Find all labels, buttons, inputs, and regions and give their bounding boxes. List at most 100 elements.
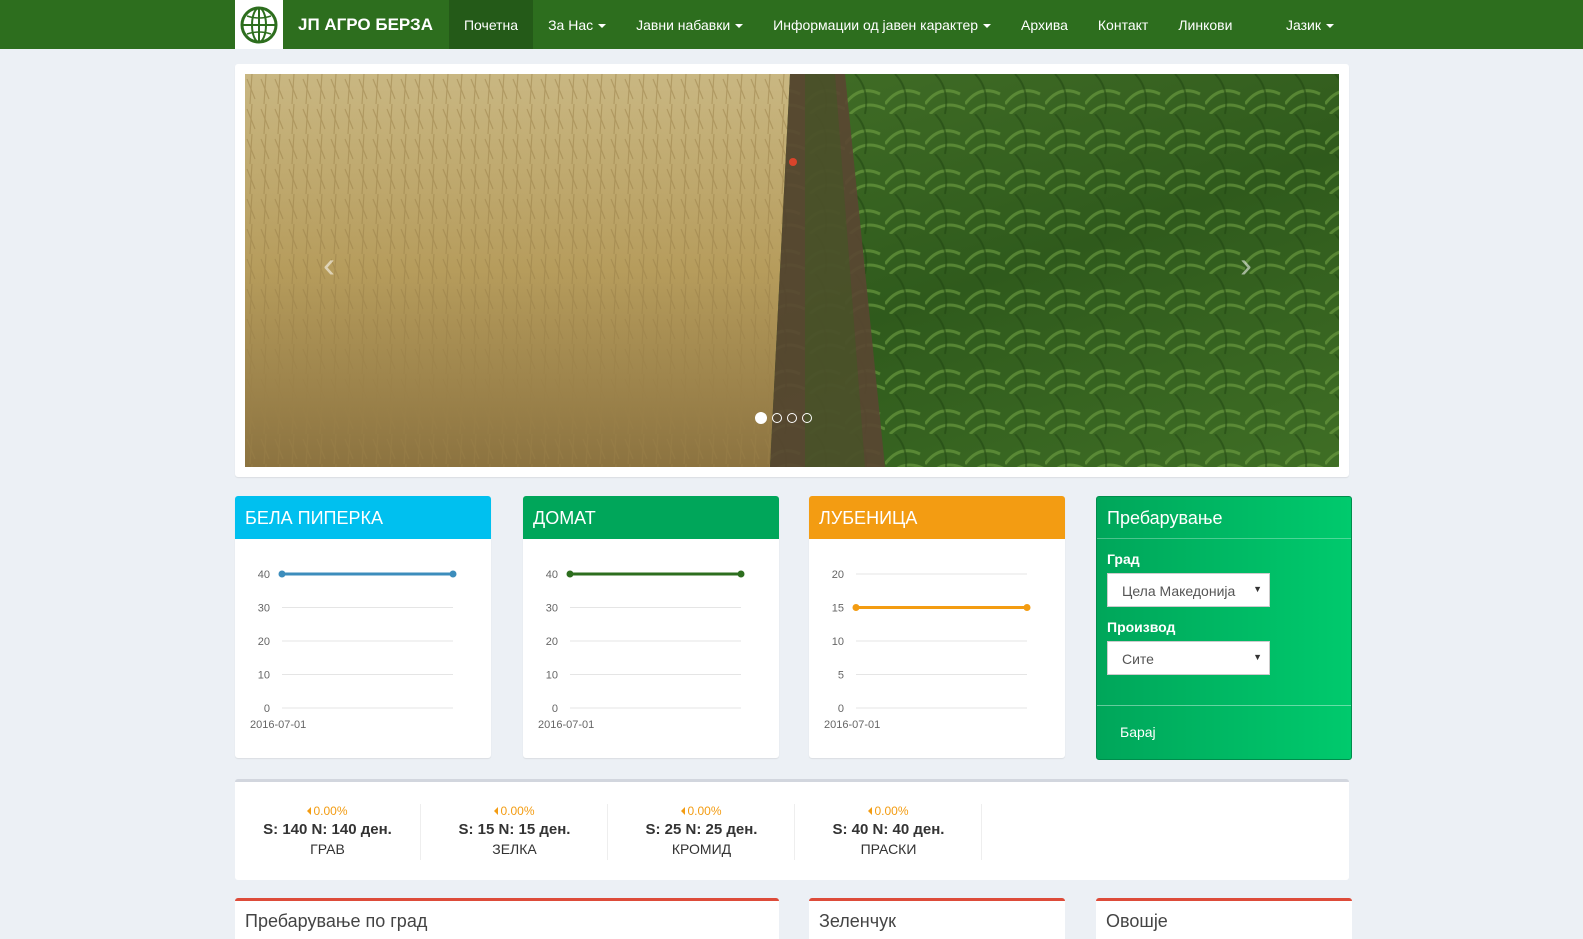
ticker-pct: 0.00% xyxy=(687,804,722,818)
box-title: Овошје xyxy=(1106,911,1168,931)
ticker-product: КРОМИД xyxy=(671,841,732,857)
y-tick-label: 0 xyxy=(838,703,844,715)
nav-item-home[interactable]: Почетна xyxy=(448,0,534,49)
x-tick-label: 2016-07-01 xyxy=(824,719,880,731)
vegetables-box: Зеленчук xyxy=(809,898,1065,939)
y-tick-label: 30 xyxy=(546,603,558,615)
line-chart: 0 10 20 30 40 2016-07-01 xyxy=(250,569,457,731)
y-tick-label: 0 xyxy=(552,703,558,715)
chart-title: ЛУБЕНИЦА xyxy=(809,496,1065,539)
brand-logo[interactable] xyxy=(235,0,283,49)
y-tick-label: 0 xyxy=(264,703,270,715)
top-navbar: ЈП АГРО БЕРЗА Почетна За Нас Јавни набав… xyxy=(0,0,1583,49)
carousel-indicator[interactable] xyxy=(755,412,767,424)
ticker-item: 0.00% S: 140 N: 140 ден. ГРАВ xyxy=(235,804,421,860)
nav-label: Архива xyxy=(1021,16,1068,33)
data-point[interactable] xyxy=(278,570,286,578)
caret-left-icon xyxy=(494,807,499,815)
brand-name[interactable]: ЈП АГРО БЕРЗА xyxy=(283,0,449,49)
carousel-indicator[interactable] xyxy=(772,413,782,423)
image-carousel: ‹ › xyxy=(235,64,1349,477)
search-panel-title: Пребарување xyxy=(1097,497,1351,539)
search-button[interactable]: Барај xyxy=(1120,724,1156,740)
ticker-value: S: 140 N: 140 ден. xyxy=(263,821,392,838)
search-by-city-box: Пребарување по град xyxy=(235,898,779,939)
ticker-pct: 0.00% xyxy=(874,804,909,818)
carousel-prev-icon[interactable]: ‹ xyxy=(323,244,335,286)
ticker-pct: 0.00% xyxy=(500,804,535,818)
carousel-next-icon[interactable]: › xyxy=(1240,244,1252,286)
city-label: Град xyxy=(1107,551,1140,567)
caret-down-icon xyxy=(598,23,607,28)
ticker-change: 0.00% xyxy=(609,804,794,818)
y-tick-label: 30 xyxy=(258,603,270,615)
product-label: Производ xyxy=(1107,619,1176,635)
y-tick-label: 20 xyxy=(258,636,270,648)
caret-left-icon xyxy=(307,807,312,815)
ticker-product: ГРАВ xyxy=(310,841,345,857)
nav-item-links[interactable]: Линкови xyxy=(1163,0,1247,49)
language-dropdown[interactable]: Јазик xyxy=(1271,0,1349,49)
ticker-change: 0.00% xyxy=(796,804,981,818)
x-tick-label: 2016-07-01 xyxy=(538,719,594,731)
y-tick-label: 15 xyxy=(832,603,844,615)
y-tick-label: 40 xyxy=(546,569,558,581)
nav-label: Информации од јавен карактер xyxy=(773,16,979,33)
ticker-pct: 0.00% xyxy=(313,804,348,818)
y-tick-label: 10 xyxy=(258,670,270,682)
data-point[interactable] xyxy=(852,604,860,611)
data-point[interactable] xyxy=(449,570,457,578)
price-chart-bela-piperka: БЕЛА ПИПЕРКА 0 10 20 30 40 2016-07-01 xyxy=(235,496,491,758)
box-title: Пребарување по град xyxy=(245,911,428,931)
city-select[interactable]: Цела Македонија ▼ xyxy=(1107,573,1270,607)
chart-title: БЕЛА ПИПЕРКА xyxy=(235,496,491,539)
data-point[interactable] xyxy=(566,570,574,578)
select-arrow-icon: ▼ xyxy=(1253,652,1262,662)
y-tick-label: 20 xyxy=(832,569,844,581)
data-point[interactable] xyxy=(1023,604,1031,611)
caret-left-icon xyxy=(868,807,873,815)
product-select-value: Сите xyxy=(1122,651,1154,667)
nav-label: Јавни набавки xyxy=(636,16,731,33)
caret-down-icon xyxy=(735,23,744,28)
nav-item-contact[interactable]: Контакт xyxy=(1083,0,1163,49)
y-tick-label: 40 xyxy=(258,569,270,581)
price-chart-lubenica: ЛУБЕНИЦА 0 5 10 15 20 2016-07-01 xyxy=(809,496,1065,758)
city-select-value: Цела Македонија xyxy=(1122,583,1236,599)
caret-down-icon xyxy=(983,23,992,28)
product-select[interactable]: Сите ▼ xyxy=(1107,641,1270,675)
nav-item-about[interactable]: За Нас xyxy=(533,0,621,49)
ticker-product: ЗЕЛКА xyxy=(492,841,537,857)
price-chart-domat: ДОМАТ 0 10 20 30 40 2016-07-01 xyxy=(523,496,779,758)
ticker-item: 0.00% S: 15 N: 15 ден. ЗЕЛКА xyxy=(422,804,608,860)
data-point[interactable] xyxy=(737,570,745,578)
search-panel: Пребарување Град Цела Македонија ▼ Произ… xyxy=(1096,496,1352,760)
y-tick-label: 20 xyxy=(546,636,558,648)
carousel-indicator[interactable] xyxy=(802,413,812,423)
nav-item-procurement[interactable]: Јавни набавки xyxy=(621,0,758,49)
nav-item-archive[interactable]: Архива xyxy=(1006,0,1083,49)
ticker-change: 0.00% xyxy=(235,804,420,818)
nav-label: За Нас xyxy=(548,16,594,33)
line-chart: 0 10 20 30 40 2016-07-01 xyxy=(538,569,745,731)
carousel-indicators xyxy=(755,412,812,424)
carousel-indicator[interactable] xyxy=(787,413,797,423)
y-tick-label: 10 xyxy=(546,670,558,682)
y-tick-label: 10 xyxy=(832,636,844,648)
nav-label: Контакт xyxy=(1097,16,1149,33)
nav-label: Јазик xyxy=(1286,16,1321,33)
ticker-value: S: 40 N: 40 ден. xyxy=(832,821,945,838)
fruits-box: Овошје xyxy=(1096,898,1352,939)
caret-left-icon xyxy=(681,807,686,815)
nav-label: Линкови xyxy=(1178,16,1233,33)
select-arrow-icon: ▼ xyxy=(1253,584,1262,594)
ticker-value: S: 15 N: 15 ден. xyxy=(458,821,571,838)
line-chart: 0 5 10 15 20 2016-07-01 xyxy=(824,569,1031,731)
ticker-product: ПРАСКИ xyxy=(860,841,917,857)
chart-title: ДОМАТ xyxy=(523,496,779,539)
nav-item-public-info[interactable]: Информации од јавен карактер xyxy=(758,0,1006,49)
ticker-change: 0.00% xyxy=(422,804,607,818)
nav-label: Почетна xyxy=(463,16,519,33)
carousel-slide-image xyxy=(245,74,1339,467)
